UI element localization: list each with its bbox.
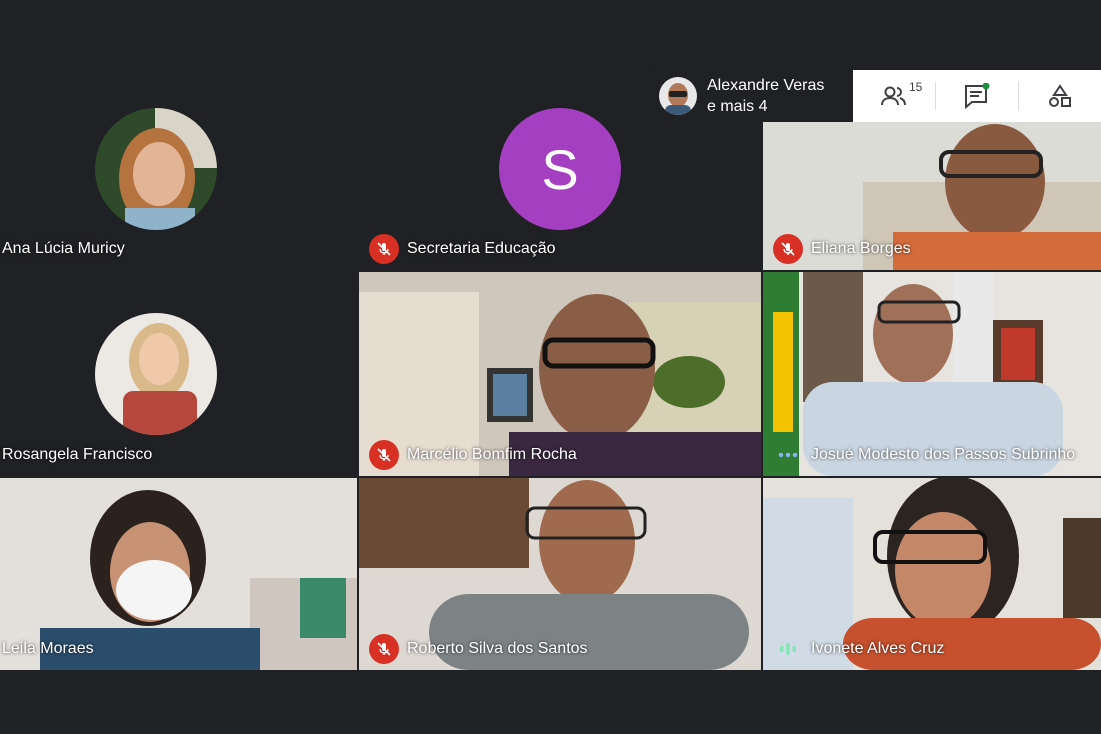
- participant-tile-rosangela[interactable]: Rosangela Francisco: [0, 272, 357, 476]
- participant-tile-marcelio[interactable]: Marcélio Bomfim Rocha: [359, 272, 761, 476]
- participant-name: Josué Modesto dos Passos Subrinho: [811, 446, 1076, 463]
- participant-name: Rosangela Francisco: [2, 446, 153, 463]
- others-line1: Alexandre Veras: [707, 77, 825, 94]
- participant-name-bar: Rosangela Francisco: [0, 440, 152, 470]
- participant-name: Leila Moraes: [2, 640, 94, 657]
- people-count: 15: [909, 80, 923, 94]
- participant-name: Marcélio Bomfim Rocha: [407, 446, 577, 463]
- participant-tile-roberto[interactable]: Roberto Silva dos Santos: [359, 478, 761, 670]
- chat-button[interactable]: [936, 70, 1018, 122]
- participant-name-bar: Ivonete Alves Cruz: [771, 634, 944, 664]
- mic-off-icon: [369, 634, 399, 664]
- participant-avatar: [95, 108, 217, 230]
- participant-name: Roberto Silva dos Santos: [407, 640, 588, 657]
- participant-name-bar: Marcélio Bomfim Rocha: [367, 440, 577, 470]
- participant-name: Secretaria Educação: [407, 240, 556, 257]
- participant-name-bar: Roberto Silva dos Santos: [367, 634, 588, 664]
- participant-name: Eliana Borges: [811, 240, 911, 257]
- mic-off-icon: [369, 440, 399, 470]
- participant-tile-ivonete[interactable]: Ivonete Alves Cruz: [763, 478, 1101, 670]
- participant-name-bar: Secretaria Educação: [367, 234, 556, 264]
- meeting-toolbar: 15: [853, 70, 1101, 122]
- people-icon: [881, 86, 906, 106]
- pill-avatar: [659, 77, 697, 115]
- participant-name-bar: Josué Modesto dos Passos Subrinho: [771, 440, 1075, 470]
- participant-avatar: [95, 313, 217, 435]
- participant-name: Ivonete Alves Cruz: [811, 640, 945, 657]
- participant-tile-ana[interactable]: Ana Lúcia Muricy: [0, 70, 357, 270]
- participant-name-bar: Leila Moraes: [0, 634, 94, 664]
- participant-tile-josue[interactable]: Josué Modesto dos Passos Subrinho: [763, 272, 1101, 476]
- speaking-bars-icon: [773, 642, 803, 656]
- speaking-dots-icon: [773, 451, 803, 459]
- others-label: Alexandre Veras e mais 4: [707, 75, 824, 117]
- others-participants-pill[interactable]: Alexandre Veras e mais 4: [650, 70, 853, 122]
- mic-off-icon: [773, 234, 803, 264]
- others-line2: e mais 4: [707, 98, 768, 115]
- chat-icon: [965, 83, 990, 109]
- participant-tile-leila[interactable]: Leila Moraes: [0, 478, 357, 670]
- mic-off-icon: [369, 234, 399, 264]
- participant-letter-avatar: S: [499, 108, 621, 230]
- participant-name-bar: Ana Lúcia Muricy: [0, 234, 125, 264]
- activities-icon: [1049, 84, 1071, 107]
- participant-name: Ana Lúcia Muricy: [2, 240, 125, 257]
- activities-button[interactable]: [1019, 70, 1101, 122]
- participant-name-bar: Eliana Borges: [771, 234, 911, 264]
- participant-tile-eliana[interactable]: Eliana Borges: [763, 122, 1101, 270]
- people-button[interactable]: 15: [853, 70, 935, 122]
